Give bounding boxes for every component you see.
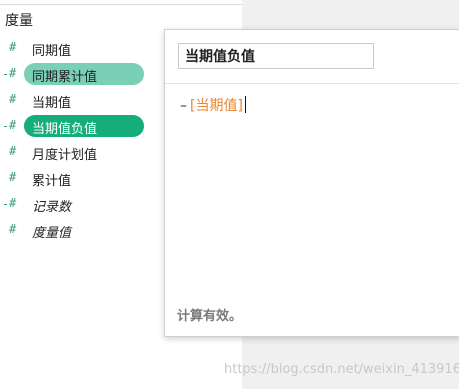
watermark: https://blog.csdn.net/weixin_41391619	[224, 362, 459, 377]
measure-icon: #	[9, 222, 17, 236]
divider	[0, 4, 242, 5]
formula-operator: –	[180, 98, 187, 114]
calculation-name-input[interactable]: 当期值负值	[178, 43, 374, 69]
measure-icon: #	[3, 196, 17, 210]
field-label: 累计值	[32, 174, 72, 189]
measure-icon: #	[9, 92, 17, 106]
text-cursor	[244, 96, 246, 113]
field-label: 度量值	[32, 226, 72, 241]
divider	[165, 83, 459, 84]
field-label: 当期值负值	[32, 122, 98, 137]
measure-icon: #	[9, 170, 17, 184]
field-label: 同期值	[32, 44, 72, 59]
measure-icon: #	[3, 118, 17, 132]
measure-icon: #	[9, 144, 17, 158]
field-label: 当期值	[32, 96, 72, 111]
field-label: 月度计划值	[32, 148, 98, 163]
calculation-editor: 当期值负值 – [当期值] 计算有效。	[164, 29, 459, 337]
measure-icon: #	[3, 66, 17, 80]
measure-icon: #	[9, 40, 17, 54]
measures-heading: 度量	[5, 13, 33, 29]
calculation-status: 计算有效。	[177, 309, 243, 324]
formula-editor[interactable]: – [当期值]	[180, 95, 246, 115]
field-label: 记录数	[32, 200, 72, 215]
field-label: 同期累计值	[32, 70, 98, 85]
formula-field-reference: [当期值]	[190, 98, 243, 114]
